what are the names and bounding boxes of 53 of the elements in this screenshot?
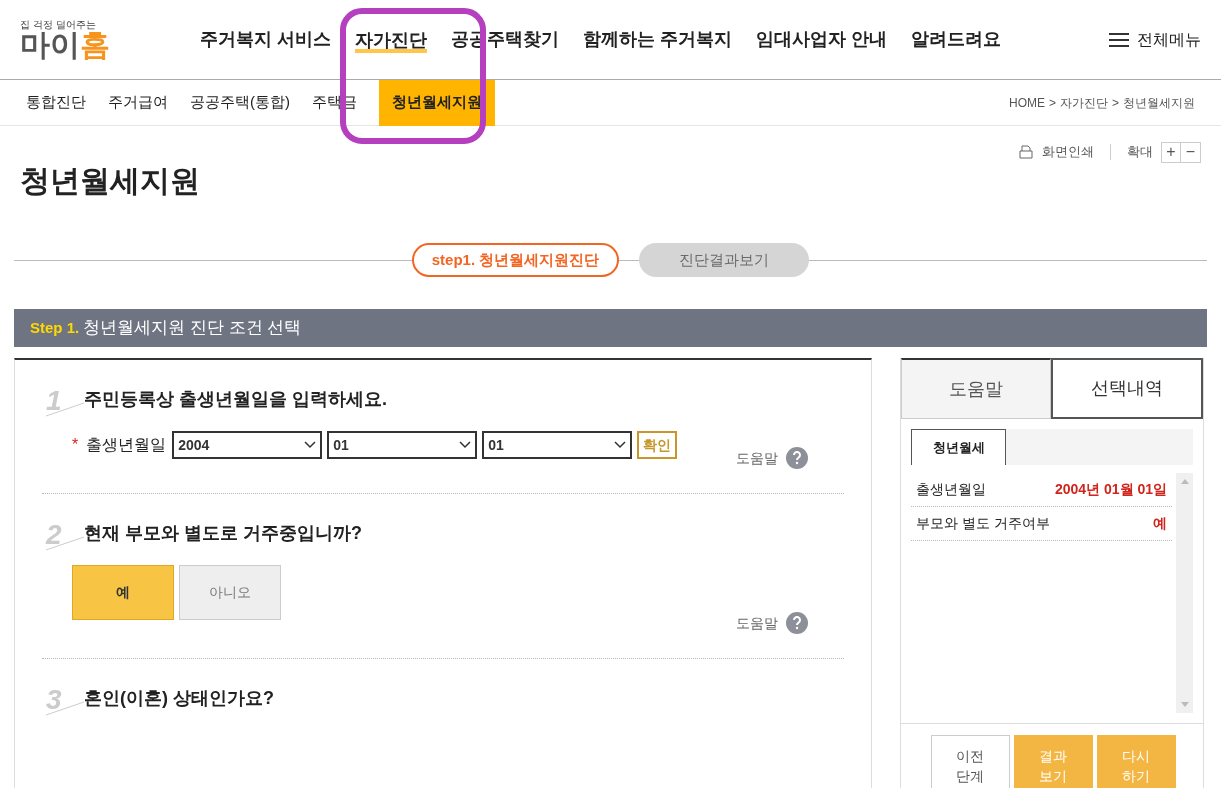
scrollbar[interactable]	[1176, 473, 1193, 713]
side-button[interactable]: 이전 단계	[930, 735, 1010, 788]
sub-nav-item[interactable]: 주거급여	[108, 79, 168, 126]
field-label: 출생년월일	[86, 435, 167, 455]
help-link[interactable]: 도움말	[736, 612, 778, 634]
all-menu-button[interactable]: 전체메뉴	[1109, 27, 1201, 52]
section-header: Step 1. 청년월세지원 진단 조건 선택	[14, 309, 1207, 347]
breadcrumb-separator: >	[1112, 94, 1119, 112]
breadcrumb-item[interactable]: 자가진단	[1060, 93, 1108, 112]
selection-label: 부모와 별도 거주여부	[916, 514, 1050, 533]
sub-nav-item[interactable]: 통합진단	[26, 79, 86, 126]
nav-tab[interactable]: 자가진단	[355, 26, 427, 53]
answer-button[interactable]: 예	[72, 565, 174, 620]
scroll-up-icon[interactable]	[1180, 479, 1189, 484]
selection-label: 출생년월일	[916, 480, 986, 499]
chevron-down-icon	[614, 441, 627, 449]
answer-button[interactable]: 아니오	[179, 565, 281, 620]
page-title: 청년월세지원	[20, 163, 200, 199]
required-mark: *	[72, 435, 79, 455]
zoom-label: 확대	[1127, 143, 1153, 162]
menu-icon	[1109, 31, 1129, 48]
scroll-down-icon[interactable]	[1180, 702, 1189, 707]
breadcrumb-separator: >	[1048, 94, 1056, 112]
breadcrumb-item[interactable]: 청년월세지원	[1123, 93, 1195, 112]
date-select[interactable]: 2004	[172, 431, 323, 459]
print-icon	[1018, 145, 1034, 159]
chevron-down-icon	[304, 441, 317, 449]
print-link[interactable]: 화면인쇄	[1042, 142, 1094, 162]
step-pill[interactable]: 진단결과보기	[639, 243, 810, 277]
date-select[interactable]: 01	[327, 431, 478, 459]
question-text: 주민등록상 출생년월일을 입력하세요.	[84, 388, 387, 411]
logo[interactable]: 집 걱정 덜어주는 마이홈	[20, 19, 130, 60]
zoom-in-button[interactable]: +	[1162, 142, 1181, 162]
nav-tab[interactable]: 주거복지 서비스	[200, 26, 331, 53]
help-icon[interactable]	[786, 612, 808, 634]
breadcrumb-item[interactable]: HOME	[1008, 93, 1045, 112]
sub-nav-item[interactable]: 공공주택(통합)	[190, 79, 290, 126]
selection-value: 2004년 01월 01일	[1054, 480, 1167, 499]
question-text: 혼인(이혼) 상태인가요?	[84, 687, 274, 710]
side-tab[interactable]: 도움말	[901, 358, 1051, 419]
date-select[interactable]: 01	[482, 431, 633, 459]
chevron-down-icon	[459, 441, 472, 449]
help-link[interactable]: 도움말	[736, 447, 778, 469]
zoom-out-button[interactable]: −	[1181, 142, 1200, 162]
nav-tab[interactable]: 함께하는 주거복지	[583, 26, 733, 53]
side-tab[interactable]: 선택내역	[1051, 358, 1203, 419]
question-text: 현재 부모와 별도로 거주중입니까?	[84, 522, 362, 545]
nav-tab[interactable]: 임대사업자 안내	[756, 26, 888, 53]
selection-value: 예	[1153, 514, 1167, 533]
nav-tab[interactable]: 알려드려요	[911, 26, 1002, 53]
sub-nav-item[interactable]: 청년월세지원	[379, 79, 495, 126]
help-icon[interactable]	[786, 447, 808, 469]
inner-tab[interactable]: 청년월세	[911, 429, 1006, 465]
